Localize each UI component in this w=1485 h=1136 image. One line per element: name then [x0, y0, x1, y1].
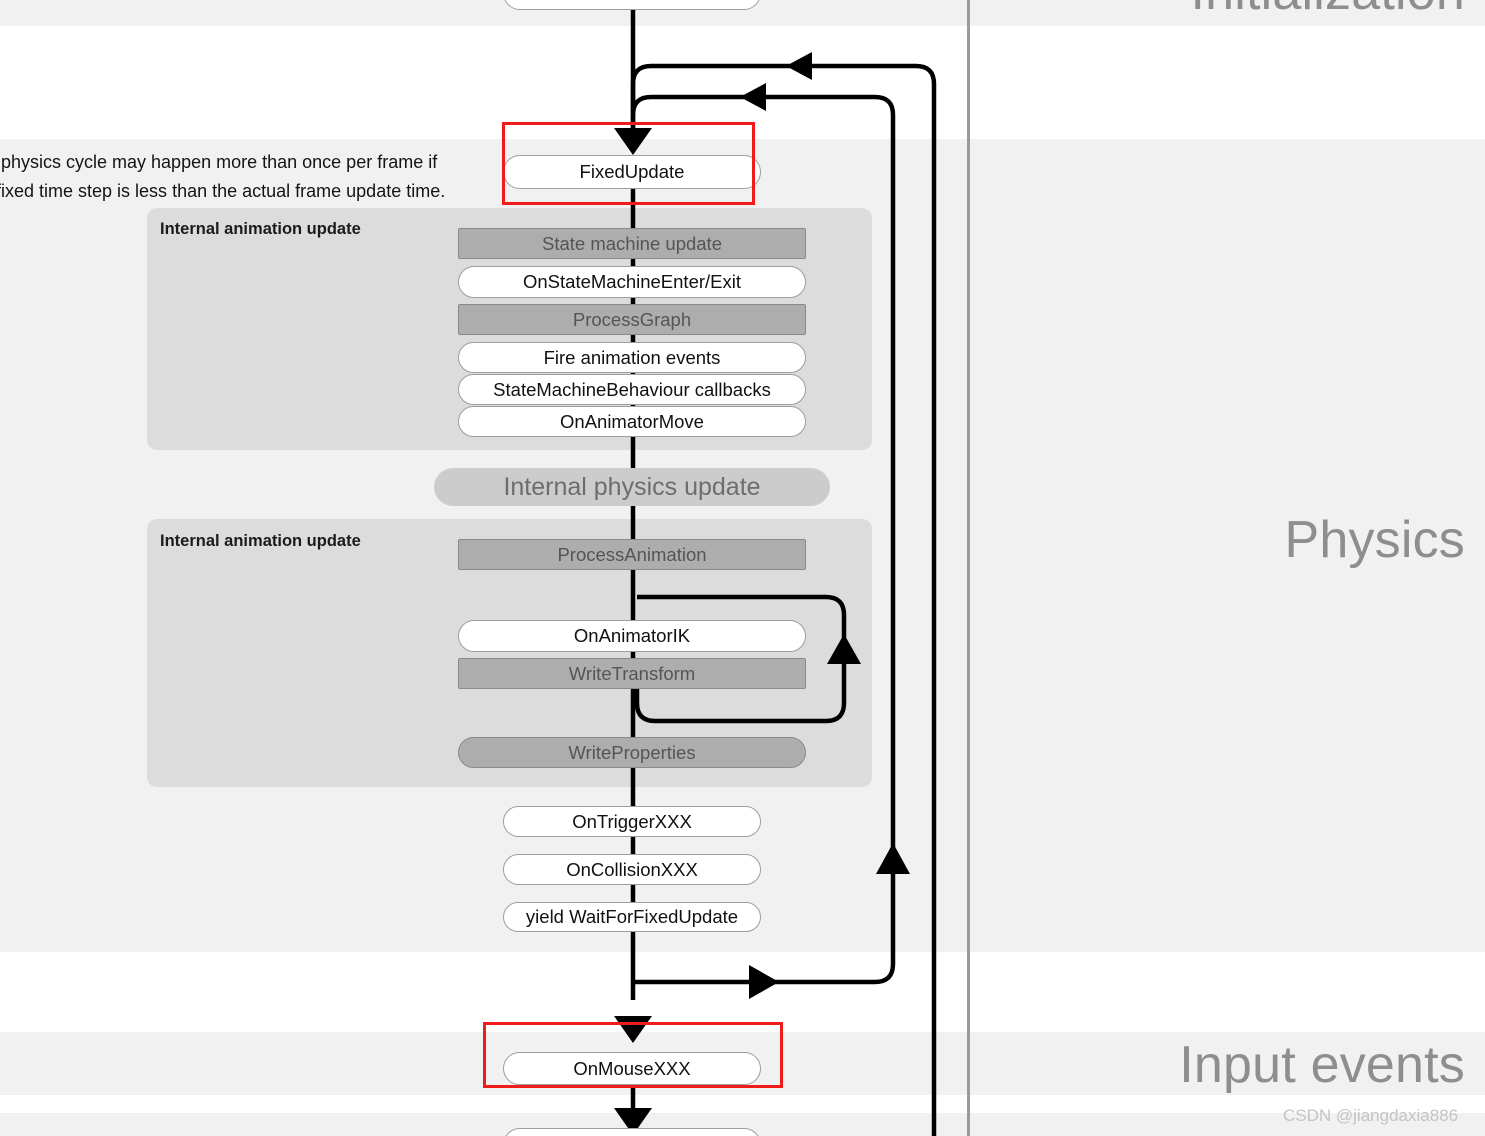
group-title-internal-animation-update-2: Internal animation update: [160, 532, 361, 550]
highlight-box-fixed-update: [502, 122, 755, 205]
diagram-canvas: Initialization Physics Input events Inte…: [0, 0, 1485, 1136]
node-partial-top[interactable]: [503, 0, 761, 10]
node-fire-animation-events[interactable]: Fire animation events: [458, 342, 806, 373]
node-process-animation: ProcessAnimation: [458, 539, 806, 570]
node-on-animator-move[interactable]: OnAnimatorMove: [458, 406, 806, 437]
node-internal-physics-update: Internal physics update: [434, 468, 830, 506]
node-state-machine-update: State machine update: [458, 228, 806, 259]
node-write-properties: WriteProperties: [458, 737, 806, 768]
node-partial-bottom[interactable]: [503, 1128, 761, 1136]
node-process-graph: ProcessGraph: [458, 304, 806, 335]
highlight-box-on-mouse-xxx: [483, 1022, 783, 1088]
phase-label-initialization: Initialization: [1190, 0, 1465, 22]
phase-label-input-events: Input events: [1179, 1036, 1465, 1094]
node-on-animator-ik[interactable]: OnAnimatorIK: [458, 620, 806, 652]
node-on-state-machine-enter-exit[interactable]: OnStateMachineEnter/Exit: [458, 266, 806, 298]
annotation-note-line1: physics cycle may happen more than once …: [0, 152, 438, 172]
annotation-note-line2: fixed time step is less than the actual …: [0, 181, 446, 201]
watermark: CSDN @jiangdaxia886: [1283, 1106, 1459, 1125]
group-title-internal-animation-update-1: Internal animation update: [160, 220, 361, 238]
node-on-collision-xxx[interactable]: OnCollisionXXX: [503, 854, 761, 885]
phase-label-physics: Physics: [1284, 511, 1465, 569]
node-write-transform: WriteTransform: [458, 658, 806, 689]
node-state-machine-behaviour-callbacks[interactable]: StateMachineBehaviour callbacks: [458, 374, 806, 405]
column-separator: [967, 0, 970, 1136]
node-on-trigger-xxx[interactable]: OnTriggerXXX: [503, 806, 761, 837]
node-yield-wait-for-fixed-update[interactable]: yield WaitForFixedUpdate: [503, 902, 761, 932]
annotation-note: physics cycle may happen more than once …: [0, 148, 445, 206]
